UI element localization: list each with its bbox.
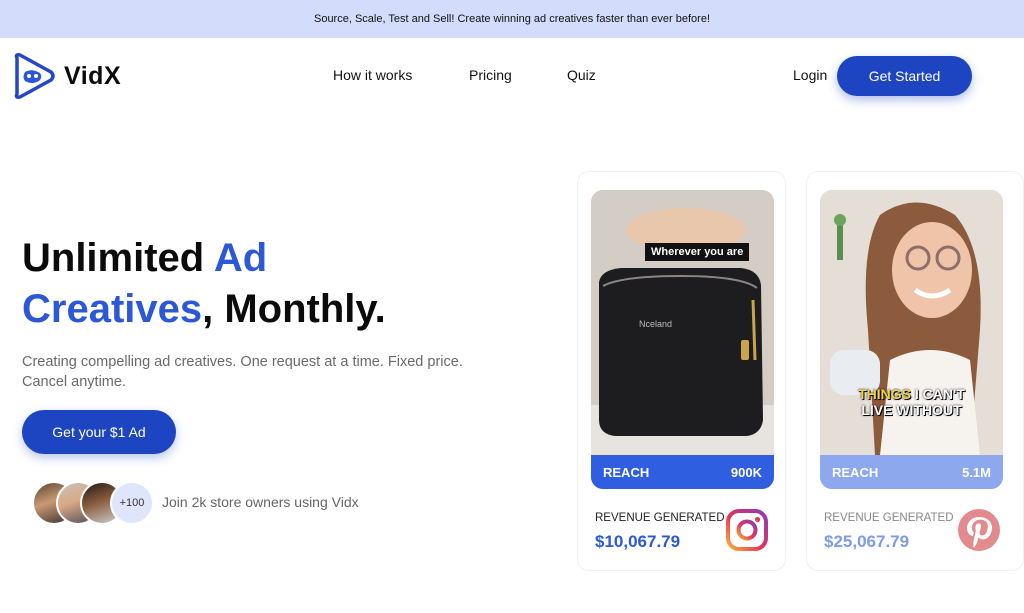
revenue-label: REVENUE GENERATED bbox=[595, 512, 725, 524]
top-nav: VidX How it works Pricing Quiz Login Get… bbox=[0, 38, 1024, 114]
reach-value: 900K bbox=[730, 464, 762, 480]
hero-title-part-1: Unlimited bbox=[22, 236, 214, 280]
customer-avatars: +100 bbox=[32, 481, 154, 525]
login-link[interactable]: Login bbox=[793, 67, 827, 83]
caption-line-2: LIVE WITHOUT bbox=[861, 402, 962, 418]
revenue-label: REVENUE GENERATED bbox=[824, 512, 954, 524]
get-started-button[interactable]: Get Started bbox=[837, 56, 972, 96]
caption-rest: I CAN'T bbox=[911, 386, 965, 402]
product-brand-label: Nceland bbox=[639, 319, 673, 329]
revenue-value: $10,067.79 bbox=[595, 532, 681, 551]
hero-subtitle: Creating compelling ad creatives. One re… bbox=[22, 354, 463, 390]
avatar-count-badge: +100 bbox=[110, 481, 154, 525]
ad-showcase-card-2[interactable]: THINGS I CAN'T LIVE WITHOUT REACH 5.1M R… bbox=[806, 171, 1024, 571]
ad-video-thumbnail[interactable]: THINGS I CAN'T LIVE WITHOUT REACH 5.1M bbox=[820, 190, 1003, 489]
reach-value: 5.1M bbox=[962, 464, 991, 480]
nav-link-quiz[interactable]: Quiz bbox=[567, 67, 596, 83]
social-proof-text: Join 2k store owners using Vidx bbox=[162, 494, 359, 510]
hero-title: Unlimited Ad Creatives, Monthly. bbox=[22, 233, 386, 335]
hero-title-part-2: , Monthly. bbox=[202, 287, 386, 331]
nav-link-pricing[interactable]: Pricing bbox=[469, 67, 512, 83]
logo[interactable]: VidX bbox=[12, 52, 121, 100]
video-caption: THINGS I CAN'T LIVE WITHOUT bbox=[820, 386, 1003, 418]
get-1-dollar-ad-button[interactable]: Get your $1 Ad bbox=[22, 410, 176, 454]
caption-highlight: THINGS bbox=[858, 386, 911, 402]
nav-link-how-it-works[interactable]: How it works bbox=[333, 67, 412, 83]
revenue-value: $25,067.79 bbox=[824, 532, 910, 551]
announcement-banner: Source, Scale, Test and Sell! Create win… bbox=[0, 0, 1024, 38]
hero-title-accent-ad: Ad bbox=[213, 236, 268, 280]
ad-showcase-card-1[interactable]: Wherever you are Nceland REACH 900K REVE… bbox=[577, 171, 786, 571]
ad-video-thumbnail[interactable]: Wherever you are Nceland REACH 900K bbox=[591, 190, 774, 489]
banner-text: Source, Scale, Test and Sell! Create win… bbox=[313, 13, 711, 25]
cosmetic-bag-image bbox=[591, 190, 774, 455]
logo-text: VidX bbox=[64, 61, 122, 90]
hero-title-accent-creatives: Creatives bbox=[22, 287, 203, 331]
pinterest-icon bbox=[957, 508, 1001, 552]
video-caption: Wherever you are bbox=[645, 243, 750, 261]
instagram-icon bbox=[725, 508, 769, 552]
vidx-logo-icon bbox=[14, 53, 55, 99]
reach-bar: REACH 5.1M bbox=[820, 455, 1003, 489]
reach-bar: REACH 900K bbox=[591, 455, 774, 489]
reach-label: REACH bbox=[603, 464, 650, 480]
reach-label: REACH bbox=[832, 464, 879, 480]
